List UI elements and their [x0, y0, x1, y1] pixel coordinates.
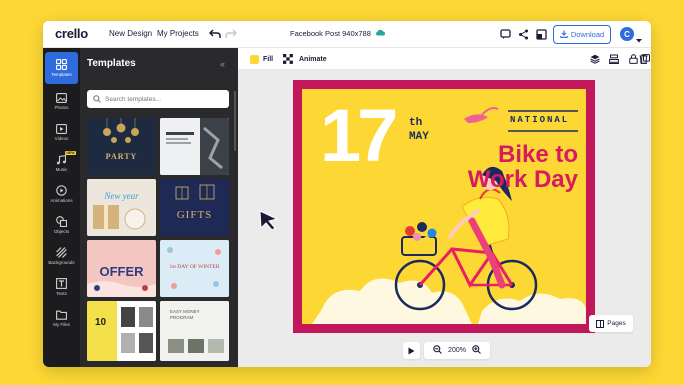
- party-ornaments: [103, 118, 139, 143]
- document-title[interactable]: Facebook Post 940x788: [290, 29, 385, 38]
- new-badge: NEW: [64, 151, 76, 155]
- resize-icon[interactable]: [534, 27, 548, 41]
- thumb-gifts-illustration: [160, 179, 229, 236]
- template-thumb-gifts[interactable]: GIFTS: [160, 179, 229, 236]
- template-thumb-photo[interactable]: [160, 118, 229, 175]
- texts-icon: [56, 278, 67, 289]
- pages-button[interactable]: Pages: [589, 315, 633, 332]
- fill-color-swatch[interactable]: [250, 55, 259, 64]
- rail-label-backgrounds: Backgrounds: [48, 260, 75, 265]
- rail-label-videos: Videos: [54, 135, 69, 141]
- play-button[interactable]: [403, 342, 420, 359]
- avatar[interactable]: C: [620, 27, 634, 41]
- collapse-panel-icon[interactable]: «: [220, 59, 225, 69]
- search-input[interactable]: [105, 95, 225, 103]
- download-icon: [560, 30, 568, 40]
- template-thumb-text: 1st DAY OF WINTER: [169, 264, 220, 270]
- redo-icon[interactable]: [224, 27, 238, 41]
- rail-label-objects: Objects: [53, 229, 70, 234]
- transparency-icon[interactable]: [281, 52, 295, 66]
- design-title-line2[interactable]: Work Day: [302, 168, 578, 192]
- thumb-photo-illustration: [160, 118, 229, 175]
- design-canvas[interactable]: 17 th MAY NATIONAL Bike to Work Day: [293, 80, 595, 333]
- properties-bar: Fill Animate: [238, 48, 651, 70]
- templates-panel: Templates « PARTY: [80, 48, 238, 367]
- template-thumb-text: EASY MONEY PROGRAM: [170, 309, 200, 320]
- zoom-in-icon[interactable]: [472, 345, 481, 356]
- top-bar: crello New Design My Projects Facebook P…: [43, 21, 651, 48]
- thumb-gift-illustration: [87, 179, 156, 236]
- template-thumb-text: PARTY: [105, 152, 138, 161]
- rail-item-backgrounds[interactable]: Backgrounds: [43, 240, 80, 272]
- template-thumb-ten[interactable]: 10: [87, 301, 156, 361]
- app-window: crello New Design My Projects Facebook P…: [43, 21, 651, 367]
- animations-icon: [56, 185, 67, 196]
- rail-label-photos: Photos: [54, 104, 69, 110]
- left-rail: Templates Photos Videos Music NEW Animat…: [43, 48, 80, 367]
- rail-item-texts[interactable]: Texts: [43, 271, 80, 303]
- pages-label: Pages: [607, 320, 626, 327]
- objects-icon: [56, 216, 67, 227]
- photos-icon: [56, 92, 67, 103]
- share-icon[interactable]: [516, 27, 530, 41]
- rail-item-photos[interactable]: Photos: [43, 85, 80, 117]
- rail-label-templates: Templates: [51, 72, 72, 77]
- undo-icon[interactable]: [208, 27, 222, 41]
- template-thumb-text: GIFTS: [176, 209, 213, 221]
- layers-icon[interactable]: [588, 52, 602, 66]
- design-month[interactable]: MAY: [409, 131, 429, 143]
- play-icon: [408, 347, 415, 354]
- videos-icon: [56, 123, 67, 134]
- template-thumb-winter[interactable]: 1st DAY OF WINTER: [160, 240, 229, 297]
- zoom-control: 200%: [424, 342, 490, 359]
- design-artboard[interactable]: 17 th MAY NATIONAL Bike to Work Day: [302, 89, 586, 324]
- template-thumb-text: OFFER: [99, 264, 144, 279]
- template-thumb-money[interactable]: EASY MONEY PROGRAM: [160, 301, 229, 361]
- download-button[interactable]: Download: [553, 25, 611, 44]
- rail-item-animations[interactable]: Animations: [43, 178, 80, 210]
- trash-icon[interactable]: [636, 52, 650, 66]
- align-icon[interactable]: [607, 52, 621, 66]
- pages-icon: [596, 319, 605, 328]
- search-icon: [93, 90, 101, 108]
- thumb-ten-illustration: [87, 301, 156, 361]
- template-thumb-offer[interactable]: OFFER: [87, 240, 156, 297]
- rail-label-texts: Texts: [56, 291, 67, 296]
- fill-label[interactable]: Fill: [263, 56, 273, 63]
- rail-label-music: Music: [55, 166, 68, 172]
- design-national-text[interactable]: NATIONAL: [510, 115, 569, 125]
- backgrounds-icon: [56, 247, 67, 258]
- rail-item-templates[interactable]: Templates: [45, 52, 78, 84]
- download-label: Download: [570, 30, 605, 39]
- rail-item-videos[interactable]: Videos: [43, 116, 80, 148]
- templates-icon: [56, 59, 67, 70]
- search-box[interactable]: [87, 90, 229, 108]
- rail-item-objects[interactable]: Objects: [43, 209, 80, 241]
- template-thumb-new-year[interactable]: New year: [87, 179, 156, 236]
- my-projects-menu[interactable]: My Projects: [157, 29, 199, 38]
- rail-item-music[interactable]: Music NEW: [43, 147, 80, 179]
- template-thumb-text: 10: [95, 317, 107, 328]
- zoom-level[interactable]: 200%: [448, 347, 466, 354]
- rail-label-animations: Animations: [50, 198, 73, 203]
- rail-item-my-files[interactable]: My Files: [43, 302, 80, 334]
- chevron-down-icon[interactable]: [636, 30, 642, 48]
- panel-title: Templates: [87, 58, 136, 69]
- rail-label-my-files: My Files: [53, 321, 70, 327]
- comment-icon[interactable]: [498, 27, 512, 41]
- zoom-out-icon[interactable]: [433, 345, 442, 356]
- document-title-text: Facebook Post 940x788: [290, 29, 371, 38]
- design-title-line1[interactable]: Bike to: [302, 143, 578, 167]
- template-thumb-text: New year: [104, 191, 139, 201]
- design-day-suffix[interactable]: th: [409, 117, 422, 129]
- cloud-saved-icon: [375, 29, 385, 38]
- mouse-cursor-icon: [258, 209, 280, 236]
- animate-label[interactable]: Animate: [299, 56, 327, 63]
- panel-scrollbar[interactable]: [234, 91, 236, 151]
- app-logo[interactable]: crello: [55, 26, 88, 41]
- new-design-menu[interactable]: New Design: [109, 29, 152, 38]
- template-thumb-party[interactable]: PARTY: [87, 118, 156, 175]
- music-icon: [56, 154, 67, 164]
- folder-icon: [56, 310, 67, 320]
